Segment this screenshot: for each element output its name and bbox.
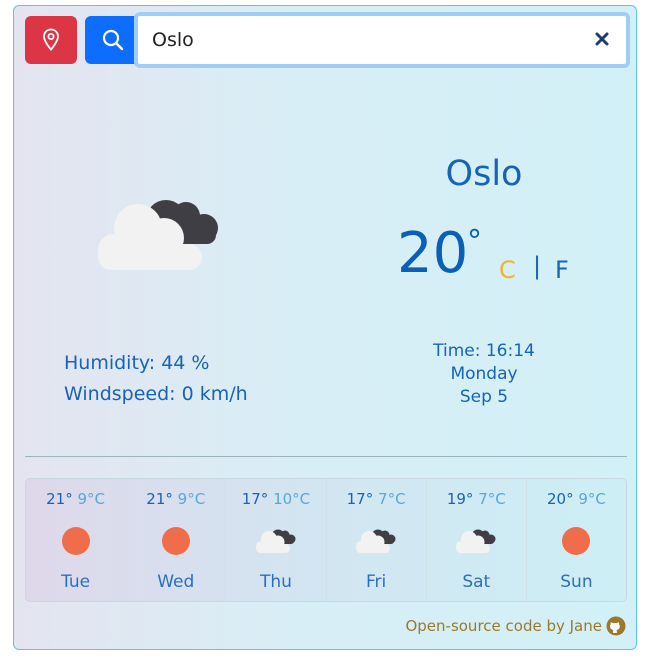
clear-search-button[interactable]	[590, 27, 614, 51]
forecast-day-name: Fri	[365, 572, 387, 592]
forecast-unit: °C	[87, 490, 106, 508]
sun-icon	[61, 527, 90, 555]
forecast-strip: 21° 9°C Tue 21° 9°C Wed 17° 10°C Thu 17°…	[25, 478, 627, 602]
search-button[interactable]	[85, 16, 141, 64]
divider	[25, 456, 627, 457]
location-button[interactable]	[25, 16, 77, 64]
humidity-text: Humidity: 44 %	[64, 352, 210, 374]
forecast-low: 7	[478, 490, 488, 508]
forecast-high: 19	[446, 490, 466, 508]
forecast-temps: 19° 7°C	[427, 490, 526, 508]
forecast-day: 21° 9°C Wed	[126, 479, 227, 601]
forecast-day-name: Sat	[462, 572, 491, 592]
current-temperature: 20	[397, 221, 469, 286]
forecast-day: 17° 7°C Fri	[327, 479, 427, 601]
forecast-day-name: Tue	[61, 572, 91, 592]
cloudy-icon	[356, 529, 396, 553]
degree-symbol: °	[260, 490, 269, 508]
forecast-unit: °C	[187, 490, 206, 508]
windspeed-text: Windspeed: 0 km/h	[64, 383, 248, 405]
credit-link[interactable]: Open-source code by Jane	[405, 617, 602, 635]
forecast-high: 20	[546, 490, 567, 508]
forecast-temps: 21° 9°C	[126, 490, 225, 508]
degree-symbol: °	[566, 490, 574, 508]
weekday-text: Monday	[450, 364, 518, 384]
cloudy-icon	[98, 200, 218, 270]
forecast-day-name: Wed	[157, 572, 195, 592]
forecast-day-name: Thu	[259, 572, 292, 592]
search-field-wrapper	[134, 12, 630, 68]
fahrenheit-toggle[interactable]: F	[555, 256, 569, 284]
forecast-temps: 21° 9°C	[26, 490, 125, 508]
forecast-unit: °C	[387, 490, 406, 508]
forecast-high: 21	[146, 490, 166, 508]
credit-footer: Open-source code by Jane	[405, 616, 626, 636]
github-icon[interactable]	[606, 616, 626, 636]
degree-symbol: °	[467, 224, 482, 259]
degree-symbol: °	[65, 490, 73, 508]
date-text: Sep 5	[459, 387, 509, 407]
forecast-low: 9	[77, 490, 88, 508]
forecast-day: 21° 9°C Tue	[26, 479, 127, 601]
forecast-high: 17	[346, 490, 366, 508]
weather-stats: Humidity: 44 % Windspeed: 0 km/h	[64, 348, 248, 410]
search-icon	[102, 29, 124, 51]
forecast-day: 20° 9°C Sun	[527, 479, 626, 601]
celsius-toggle[interactable]: C	[499, 256, 516, 284]
city-name: Oslo	[445, 154, 523, 194]
forecast-low: 10	[273, 490, 293, 508]
map-pin-icon	[43, 28, 59, 51]
cloudy-icon	[456, 529, 496, 553]
sun-icon	[161, 527, 190, 555]
sun-icon	[562, 527, 591, 555]
forecast-day: 19° 7°C Sat	[427, 479, 527, 601]
forecast-low: 9	[578, 490, 588, 508]
weather-card: Oslo 20 ° C | F Humidity: 44 % Windspeed…	[13, 5, 637, 650]
forecast-high: 17	[241, 490, 261, 508]
degree-symbol: °	[365, 490, 374, 508]
time-info: Time: 16:14 Monday Sep 5	[374, 340, 594, 409]
forecast-day: 17° 10°C Thu	[226, 479, 327, 601]
forecast-day-name: Sun	[560, 572, 593, 592]
close-icon	[595, 32, 609, 46]
forecast-unit: °C	[292, 490, 311, 508]
time-text: Time: 16:14	[433, 341, 535, 361]
search-input[interactable]	[138, 16, 588, 64]
forecast-high: 21	[46, 490, 66, 508]
degree-symbol: °	[165, 490, 173, 508]
forecast-temps: 17° 7°C	[327, 490, 426, 508]
forecast-unit: °C	[587, 490, 606, 508]
forecast-low: 9	[177, 490, 188, 508]
forecast-low: 7	[378, 490, 388, 508]
unit-separator: |	[533, 252, 542, 280]
cloudy-icon	[255, 529, 296, 553]
forecast-temps: 20° 9°C	[527, 490, 626, 508]
forecast-unit: °C	[487, 490, 506, 508]
degree-symbol: °	[465, 490, 474, 508]
forecast-temps: 17° 10°C	[226, 490, 325, 508]
